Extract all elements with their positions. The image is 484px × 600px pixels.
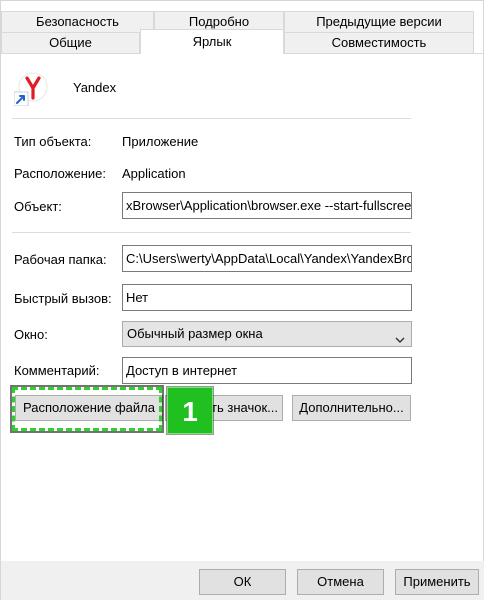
shortcut-key-field[interactable]: Нет — [122, 284, 412, 311]
run-select-value: Обычный размер окна — [127, 326, 263, 341]
object-type-value: Приложение — [122, 134, 199, 149]
cancel-button[interactable]: Отмена — [297, 569, 384, 595]
object-type-label: Тип объекта: — [14, 134, 92, 149]
app-name: Yandex — [73, 80, 117, 95]
location-value: Application — [122, 166, 186, 181]
comment-field[interactable]: Доступ в интернет — [122, 357, 412, 384]
start-in-field[interactable]: C:\Users\werty\AppData\Local\Yandex\Yand… — [122, 245, 412, 272]
highlight-frame — [12, 387, 162, 431]
run-select[interactable]: Обычный размер окна — [122, 321, 412, 347]
advanced-button[interactable]: Дополнительно... — [292, 395, 411, 421]
separator — [12, 232, 411, 233]
target-field[interactable]: xBrowser\Application\browser.exe --start… — [122, 192, 412, 219]
shortcut-key-label: Быстрый вызов: — [14, 291, 112, 306]
tab-security[interactable]: Безопасность — [1, 11, 154, 32]
apply-button[interactable]: Применить — [395, 569, 479, 595]
shortcut-properties-dialog: Безопасность Подробно Предыдущие версии … — [0, 0, 484, 600]
separator — [12, 118, 411, 119]
target-label: Объект: — [14, 199, 62, 214]
location-label: Расположение: — [14, 166, 106, 181]
tab-compatibility[interactable]: Совместимость — [284, 32, 474, 53]
start-in-label: Рабочая папка: — [14, 252, 107, 267]
tab-previous-versions[interactable]: Предыдущие версии — [284, 11, 474, 32]
yandex-browser-icon — [13, 72, 48, 107]
tab-general[interactable]: Общие — [1, 32, 140, 53]
ok-button[interactable]: ОК — [199, 569, 286, 595]
tab-shortcut[interactable]: Ярлык — [140, 29, 284, 54]
step-badge: 1 — [167, 387, 213, 434]
chevron-down-icon — [395, 329, 405, 343]
run-label: Окно: — [14, 327, 48, 342]
comment-label: Комментарий: — [14, 363, 100, 378]
